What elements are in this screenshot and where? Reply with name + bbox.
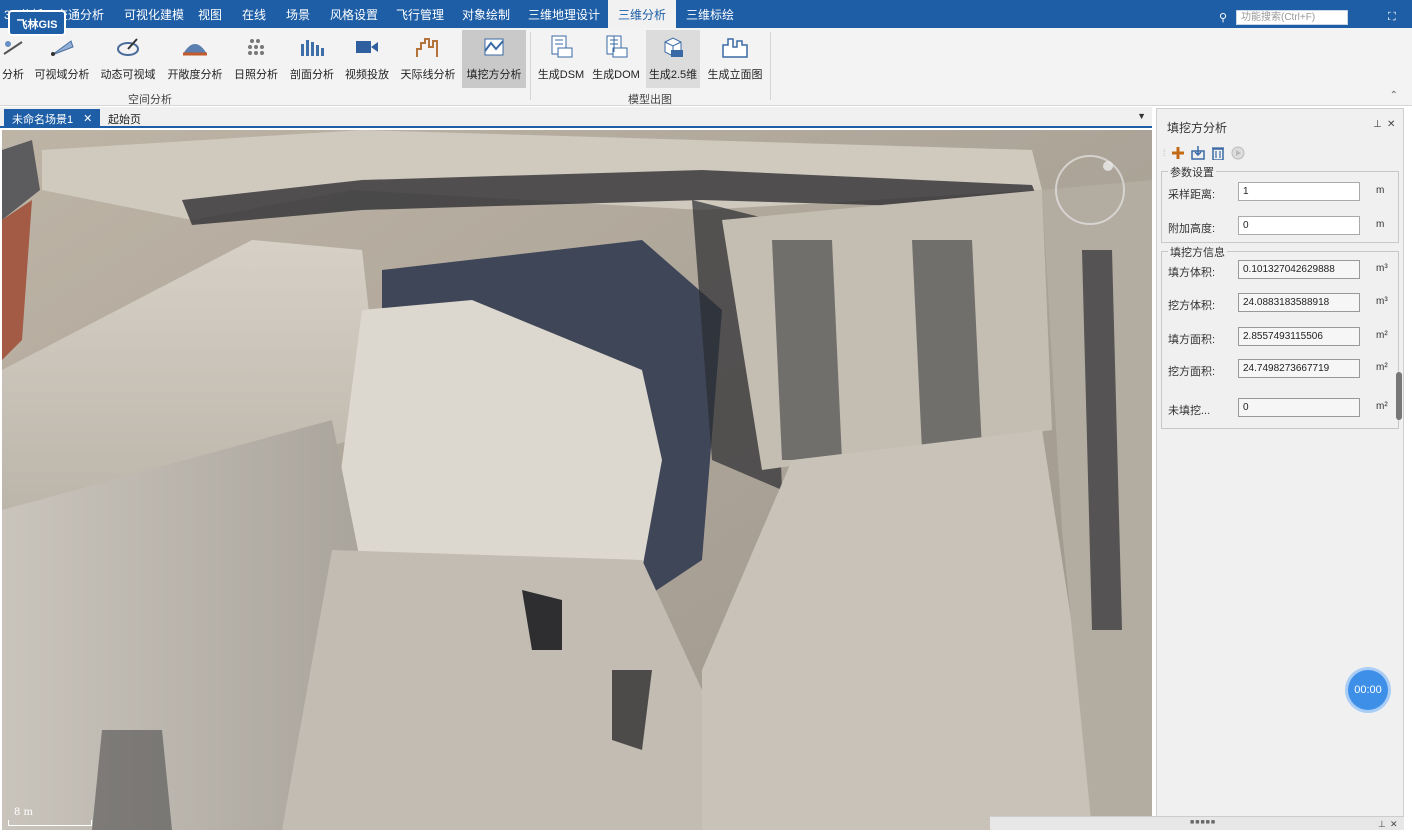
tab-scene[interactable]: 未命名场景1 ✕: [4, 109, 101, 128]
fill-area-row: 填方面积: 2.8557493115506 m²: [1168, 327, 1394, 347]
unfilled-area-row: 未填挖... 0 m²: [1168, 398, 1394, 418]
cut-fill-panel: 填挖方分析 ⊥ ✕ ⁞ 参数设置 采样距离: 1 m 附加高度: 0 m 填挖方…: [1156, 108, 1404, 828]
video-icon: [352, 32, 382, 62]
panel-title: 填挖方分析: [1167, 121, 1228, 135]
ribbon-btn-openness[interactable]: 开敞度分析: [164, 30, 226, 88]
sample-distance-input[interactable]: 1: [1238, 182, 1360, 201]
profile-icon: [297, 32, 327, 62]
sight-analysis-icon: [0, 32, 28, 62]
import-icon[interactable]: [1190, 145, 1206, 161]
ribbon-btn-dsm[interactable]: 生成DSM: [536, 30, 586, 88]
chevron-down-icon[interactable]: ▼: [1137, 111, 1146, 121]
menu-item-draw[interactable]: 对象绘制: [454, 0, 520, 28]
pin-icon[interactable]: ⊥: [1378, 819, 1386, 830]
dsm-icon: [546, 32, 576, 62]
cut-fill-info-group: 填挖方信息 填方体积: 0.101327042629888 m³ 挖方体积: 2…: [1161, 244, 1399, 429]
dock-grip-icon[interactable]: ■■■■■: [1190, 819, 1216, 826]
play-icon[interactable]: [1230, 145, 1246, 161]
cut-volume-value: 24.0883183588918: [1238, 293, 1360, 312]
info-legend: 填挖方信息: [1168, 244, 1227, 260]
pin-icon[interactable]: ⊥: [1373, 119, 1382, 130]
menu-item-style[interactable]: 风格设置: [322, 0, 388, 28]
fill-volume-value: 0.101327042629888: [1238, 260, 1360, 279]
fullscreen-icon[interactable]: ⛶: [1388, 11, 1396, 24]
cut-volume-row: 挖方体积: 24.0883183588918 m³: [1168, 293, 1394, 313]
cut-fill-icon: [479, 32, 509, 62]
fill-area-value: 2.8557493115506: [1238, 327, 1360, 346]
scene-viewport[interactable]: 8 m: [2, 130, 1152, 830]
openness-icon: [180, 32, 210, 62]
cube-icon: [658, 32, 688, 62]
skyline-icon: [413, 32, 443, 62]
fill-volume-row: 填方体积: 0.101327042629888 m³: [1168, 260, 1394, 280]
panel-scrollbar[interactable]: [1396, 372, 1402, 420]
menu-bar: 3D分析 交通分析 可视化建模 视图 在线 场景 风格设置 飞行管理 对象绘制 …: [0, 0, 1412, 28]
close-icon[interactable]: ✕: [83, 112, 92, 125]
extra-height-row: 附加高度: 0 m: [1168, 216, 1394, 236]
document-tabs: 未命名场景1 ✕ 起始页 ▼: [0, 107, 1152, 128]
ribbon-btn-skyline[interactable]: 天际线分析: [398, 30, 458, 88]
delete-icon[interactable]: [1210, 145, 1226, 161]
menu-items: 3D分析 交通分析 可视化建模 视图 在线 场景 风格设置 飞行管理 对象绘制 …: [0, 0, 742, 28]
ribbon: 分析 可视域分析 动态可视域 开敞度分析 日照分析 剖面分析 视频投放 天际线分…: [0, 28, 1412, 106]
elevation-icon: [720, 32, 750, 62]
close-icon[interactable]: ✕: [1390, 819, 1398, 830]
group-label-spatial: 空间分析: [128, 94, 172, 106]
dom-icon: [601, 32, 631, 62]
close-icon[interactable]: ✕: [1387, 119, 1395, 130]
ribbon-btn-sunlight[interactable]: 日照分析: [230, 30, 282, 88]
terrain-model: [2, 130, 1152, 830]
menu-item-view[interactable]: 视图: [190, 0, 234, 28]
dynamic-viewshed-icon: [113, 32, 143, 62]
toolbar-grip-icon: ⁞: [1163, 148, 1166, 158]
ribbon-btn-dynamic-viewshed[interactable]: 动态可视域: [98, 30, 158, 88]
sunlight-icon: [241, 32, 271, 62]
scale-label: 8 m: [14, 807, 34, 818]
cut-area-value: 24.7498273667719: [1238, 359, 1360, 378]
collapse-ribbon-icon[interactable]: ⌃: [1390, 90, 1398, 101]
extra-height-input[interactable]: 0: [1238, 216, 1360, 235]
ribbon-separator: [530, 32, 531, 100]
scale-bar: [8, 820, 92, 826]
tab-start-page[interactable]: 起始页: [100, 109, 149, 128]
bottom-dock-bar: ■■■■■ ⊥ ✕: [990, 816, 1404, 830]
ribbon-btn-sight[interactable]: 分析: [0, 30, 26, 88]
group-label-model: 模型出图: [628, 94, 672, 106]
ribbon-btn-profile[interactable]: 剖面分析: [286, 30, 338, 88]
app-logo: 飞林GIS: [8, 10, 66, 36]
sample-distance-row: 采样距离: 1 m: [1168, 182, 1394, 202]
add-icon[interactable]: [1170, 145, 1186, 161]
timer-badge[interactable]: 00:00: [1348, 670, 1388, 710]
params-legend: 参数设置: [1168, 164, 1216, 180]
ribbon-btn-dom[interactable]: 生成DOM: [590, 30, 642, 88]
search-input[interactable]: 功能搜索(Ctrl+F): [1236, 10, 1348, 25]
menu-item-3d-analysis[interactable]: 三维分析: [608, 0, 676, 28]
menu-item-online[interactable]: 在线: [234, 0, 278, 28]
search-icon[interactable]: ⚲: [1219, 11, 1227, 24]
viewshed-icon: [47, 32, 77, 62]
cut-area-row: 挖方面积: 24.7498273667719 m²: [1168, 359, 1394, 379]
menu-item-vis-modeling[interactable]: 可视化建模: [114, 0, 190, 28]
ribbon-btn-video[interactable]: 视频投放: [342, 30, 392, 88]
ribbon-btn-elevation[interactable]: 生成立面图: [704, 30, 766, 88]
ribbon-btn-viewshed[interactable]: 可视域分析: [32, 30, 92, 88]
params-group: 参数设置 采样距离: 1 m 附加高度: 0 m: [1161, 164, 1399, 243]
ribbon-btn-2-5d[interactable]: 生成2.5维: [646, 30, 700, 88]
menu-item-3d-plot[interactable]: 三维标绘: [676, 0, 742, 28]
ribbon-separator: [770, 32, 771, 100]
unfilled-area-value: 0: [1238, 398, 1360, 417]
panel-toolbar: ⁞: [1163, 143, 1399, 163]
menu-item-scene[interactable]: 场景: [278, 0, 322, 28]
ribbon-btn-cut-fill[interactable]: 填挖方分析: [462, 30, 526, 88]
menu-item-3d-design[interactable]: 三维地理设计: [520, 0, 608, 28]
menu-item-flight[interactable]: 飞行管理: [388, 0, 454, 28]
